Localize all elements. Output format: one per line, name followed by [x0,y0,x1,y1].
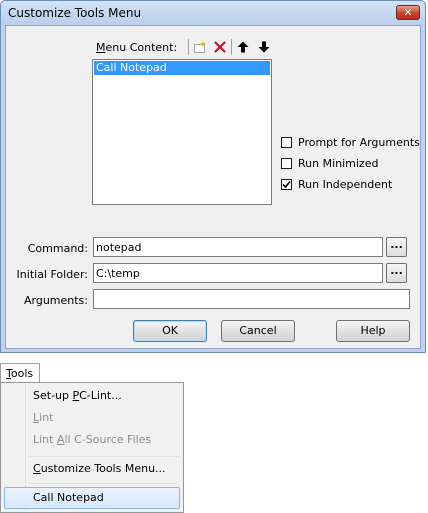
move-down-button[interactable] [254,38,273,56]
menu-item-setup-pc-lint[interactable]: Set-up PC-Lint... [33,387,122,405]
command-field[interactable] [93,237,383,257]
menu-divider [29,483,179,484]
initial-folder-label: Initial Folder: [16,268,88,281]
command-label: Command: [27,242,88,255]
menu-item-lint-all[interactable]: Lint All C-Source Files [33,431,151,449]
close-icon: ✕ [403,6,413,19]
run-independent-checkbox[interactable] [281,179,292,190]
toolbar-separator [231,39,232,55]
arguments-label: Arguments: [23,294,88,307]
list-item[interactable]: Call Notepad [94,61,270,75]
menu-item-call-notepad-label: Call Notepad [33,491,104,504]
run-minimized-label: Run Minimized [298,157,379,170]
dialog-client-area: Menu Content: Call Notepad Prompt for Ar… [5,25,421,349]
new-item-icon [193,41,206,53]
command-browse-button[interactable]: ... [386,237,407,257]
menu-content-header: Menu Content: [92,37,276,57]
folder-browse-button[interactable]: ... [386,263,407,283]
menu-content-list[interactable]: Call Notepad [92,59,272,205]
menu-content-label: Menu Content: [96,41,178,54]
title-bar[interactable]: Customize Tools Menu ✕ [1,1,425,25]
new-item-button[interactable] [190,38,209,56]
menu-item-call-notepad[interactable]: Call Notepad [4,487,180,509]
help-button[interactable]: Help [336,320,410,342]
initial-folder-field[interactable] [93,263,383,283]
customize-tools-dialog: Customize Tools Menu ✕ Menu Content: Cal… [0,0,426,353]
menu-item-lint[interactable]: Lint [33,409,53,427]
move-up-icon [237,41,248,53]
menu-divider [29,456,179,457]
move-up-button[interactable] [233,38,252,56]
tools-menu-tab[interactable]: Tools [0,363,40,383]
tools-dropdown-menu: Set-up PC-Lint... Lint Lint All C-Source… [0,382,184,513]
checkmark-icon [282,180,291,189]
close-button[interactable]: ✕ [396,5,420,20]
run-independent-label: Run Independent [298,178,393,191]
menu-item-customize-tools[interactable]: Customize Tools Menu... [33,460,166,478]
delete-item-button[interactable] [210,38,229,56]
arguments-field[interactable] [93,289,410,309]
cancel-button[interactable]: Cancel [221,320,295,342]
toolbar-separator [188,39,189,55]
move-down-icon [258,41,269,53]
ok-button[interactable]: OK [133,320,207,342]
prompt-arguments-checkbox[interactable] [281,137,292,148]
prompt-arguments-label: Prompt for Arguments [298,136,420,149]
dialog-title: Customize Tools Menu [8,6,142,20]
delete-icon [213,41,226,53]
run-minimized-checkbox[interactable] [281,158,292,169]
